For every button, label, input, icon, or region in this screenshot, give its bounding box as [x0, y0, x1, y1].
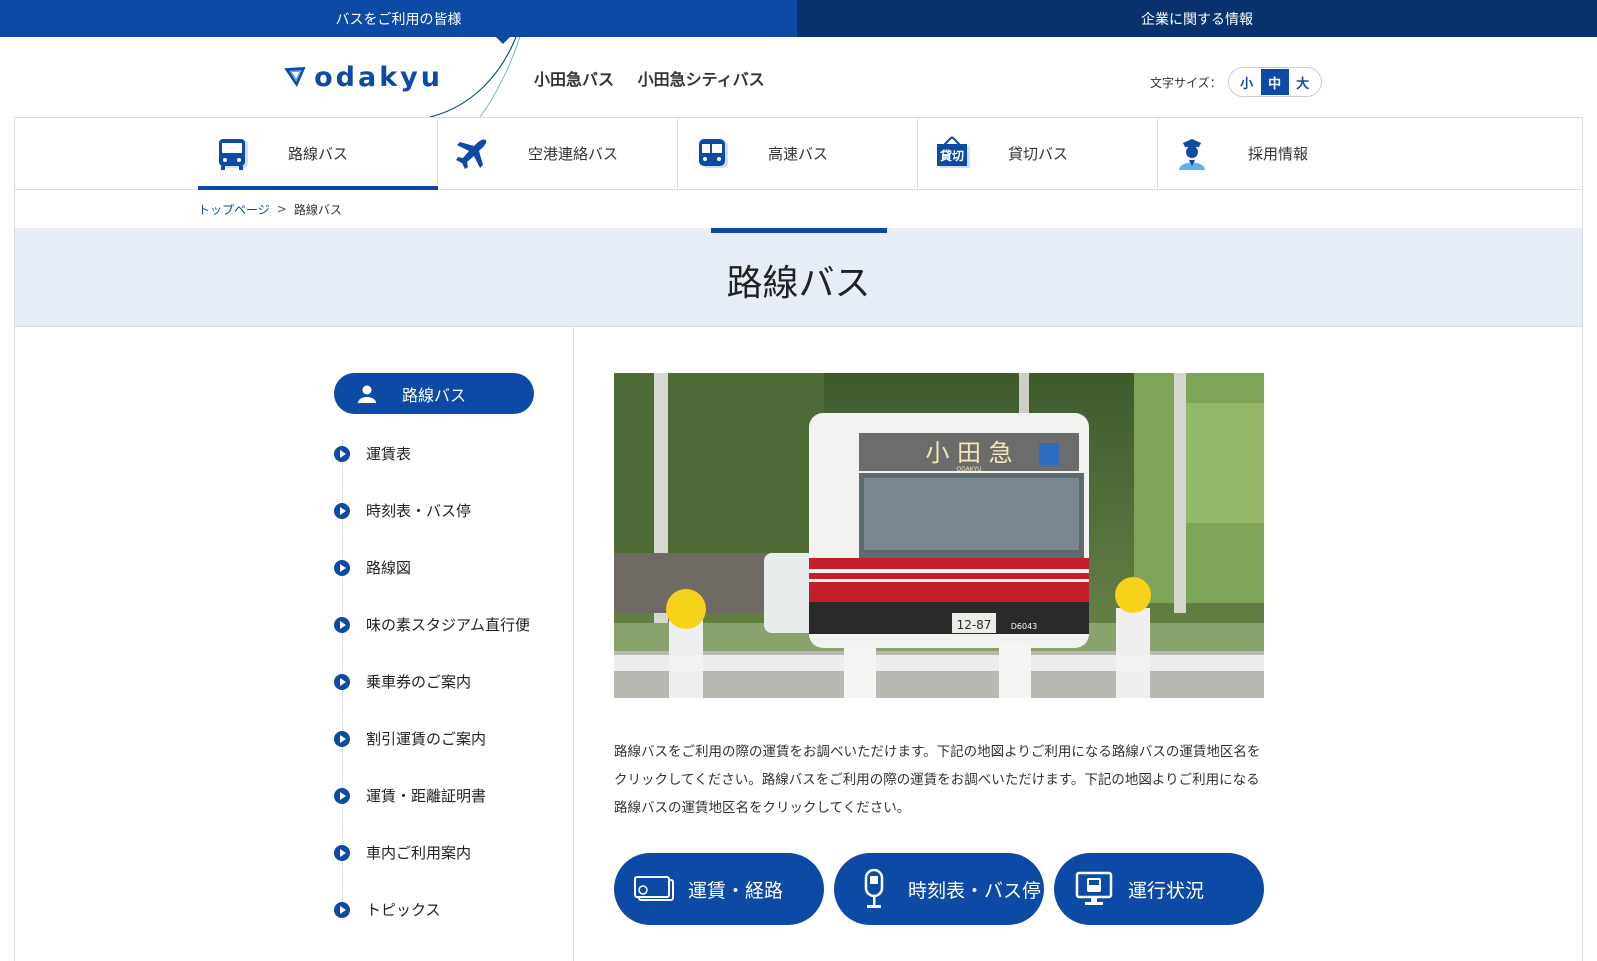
sidebar-list: 運賃表 時刻表・バス停 路線図 味の素スタジアム直行便 乗車券のご案内 割引運賃… [334, 425, 554, 938]
font-size-medium-button[interactable]: 中 [1260, 69, 1289, 95]
bus-fleet-number: D6043 [1011, 622, 1038, 631]
breadcrumb-separator: > [276, 202, 287, 216]
play-bullet-icon [334, 559, 350, 576]
page-title-band: 路線バス [14, 228, 1583, 326]
font-size-small-button[interactable]: 小 [1233, 69, 1261, 95]
charter-sign-text: 貸切 [940, 148, 964, 163]
sidebar-item-label: 割引運賃のご案内 [366, 730, 487, 748]
nav-item-highway-bus[interactable]: 高速バス [678, 118, 918, 189]
monitor-bus-icon [1072, 869, 1116, 909]
font-size-large-button[interactable]: 大 [1289, 69, 1317, 95]
page-title: 路線バス [726, 263, 871, 304]
nav-item-label: 路線バス [288, 145, 349, 163]
play-bullet-icon [334, 502, 350, 519]
ticket-icon [632, 869, 676, 909]
fare-route-button-label: 運賃・経路 [688, 879, 784, 902]
nav-item-airport-bus[interactable]: 空港連絡バス [438, 118, 678, 189]
timetable-busstop-button[interactable]: 時刻表・バス停 [834, 853, 1044, 925]
sidebar-divider [573, 326, 574, 961]
sidebar-item-label: 乗車券のご案内 [366, 673, 472, 691]
airplane-icon [452, 134, 492, 174]
font-size-switcher: 文字サイズ： 小 中 大 [1150, 67, 1322, 97]
top-bar: バスをご利用の皆様 企業に関する情報 [0, 0, 1597, 44]
corporate-tab-label: 企業に関する情報 [1141, 11, 1253, 28]
sidebar-item-stadium-express[interactable]: 味の素スタジアム直行便 [334, 596, 554, 653]
sidebar-header-button[interactable]: 路線バス [334, 373, 534, 414]
service-status-button[interactable]: 運行状況 [1054, 853, 1264, 925]
play-bullet-icon [334, 616, 350, 633]
bus-destination-sign: 小 田 急 [925, 439, 1012, 467]
sidebar-item-discount-fares[interactable]: 割引運賃のご案内 [334, 710, 554, 767]
play-bullet-icon [334, 673, 350, 690]
sidebar-item-label: トピックス [366, 901, 441, 919]
bus-photo-illustration: 小 田 急 ODAKYU 12-87 D6043 [614, 373, 1264, 698]
sidebar-item-label: 運賃表 [366, 445, 412, 463]
charter-sign-icon: 貸切 [932, 134, 972, 174]
odakyu-logo-mark-icon [284, 66, 306, 88]
nav-item-charter-bus[interactable]: 貸切 貸切バス [918, 118, 1158, 189]
play-bullet-icon [334, 730, 350, 747]
brand-odakyu-bus[interactable]: 小田急バス [534, 70, 614, 89]
font-size-label: 文字サイズ： [1150, 75, 1222, 90]
breadcrumb-current: 路線バス [293, 202, 342, 217]
nav-item-label: 貸切バス [1008, 145, 1069, 163]
corporate-tab[interactable]: 企業に関する情報 [797, 0, 1597, 37]
sidebar-item-label: 路線図 [366, 559, 412, 577]
brand-names: 小田急バス 小田急シティバス [534, 66, 783, 90]
sidebar-item-topics[interactable]: トピックス [334, 881, 554, 938]
sidebar-item-label: 時刻表・バス停 [366, 502, 472, 520]
sidebar-item-tickets[interactable]: 乗車券のご案内 [334, 653, 554, 710]
nav-item-label: 高速バス [768, 145, 829, 163]
timetable-busstop-button-label: 時刻表・バス停 [908, 879, 1042, 902]
users-tab[interactable]: バスをご利用の皆様 [0, 0, 797, 44]
users-tab-label: バスをご利用の皆様 [335, 11, 462, 28]
title-accent-bar [711, 228, 887, 233]
brand-odakyu-city-bus[interactable]: 小田急シティバス [638, 70, 765, 89]
sidebar-item-label: 車内ご利用案内 [366, 844, 472, 862]
breadcrumb-home-link[interactable]: トップページ [198, 201, 270, 218]
odakyu-logo[interactable]: odakyu [283, 57, 443, 97]
bus-sub-sign: ODAKYU [956, 466, 981, 473]
staff-icon [1172, 134, 1212, 174]
sidebar-item-label: 運賃・距離証明書 [366, 787, 487, 805]
fare-description: 路線バスをご利用の際の運賃をお調べいただけます。下記の地図よりご利用になる路線バ… [614, 744, 1261, 816]
sidebar-item-timetable[interactable]: 時刻表・バス停 [334, 482, 554, 539]
sidebar-item-fare-table[interactable]: 運賃表 [334, 425, 554, 482]
service-status-button-label: 運行状況 [1128, 879, 1205, 902]
play-bullet-icon [334, 844, 350, 861]
nav-item-label: 採用情報 [1248, 145, 1309, 163]
sidebar-item-label: 味の素スタジアム直行便 [366, 616, 530, 634]
bus-stop-icon [852, 869, 896, 909]
nav-item-recruit[interactable]: 採用情報 [1158, 118, 1398, 189]
play-bullet-icon [334, 445, 350, 462]
nav-item-route-bus[interactable]: 路線バス [198, 118, 438, 190]
nav-item-label: 空港連絡バス [528, 145, 619, 163]
bus-license-plate: 12-87 [957, 618, 992, 632]
route-bus-photo: 小 田 急 ODAKYU 12-87 D6043 [614, 373, 1264, 698]
highway-bus-icon [692, 134, 732, 174]
bus-icon [212, 134, 252, 174]
global-nav: 路線バス 空港連絡バス 高速バス 貸切 貸切バス 採用情報 [14, 117, 1583, 190]
site-header: odakyu 小田急バス 小田急シティバス 文字サイズ： 小 中 大 [0, 37, 1597, 117]
sidebar-item-onboard-guide[interactable]: 車内ご利用案内 [334, 824, 554, 881]
breadcrumb: トップページ > 路線バス [14, 190, 1583, 228]
sidebar-header-label: 路線バス [402, 385, 467, 405]
person-icon [356, 383, 378, 405]
play-bullet-icon [334, 787, 350, 804]
sidebar-item-route-map[interactable]: 路線図 [334, 539, 554, 596]
sidebar-item-fare-certificate[interactable]: 運賃・距離証明書 [334, 767, 554, 824]
play-bullet-icon [334, 901, 350, 918]
header-swoosh-decoration [429, 37, 521, 117]
font-size-options: 小 中 大 [1227, 67, 1322, 97]
fare-route-button[interactable]: 運賃・経路 [614, 853, 824, 925]
